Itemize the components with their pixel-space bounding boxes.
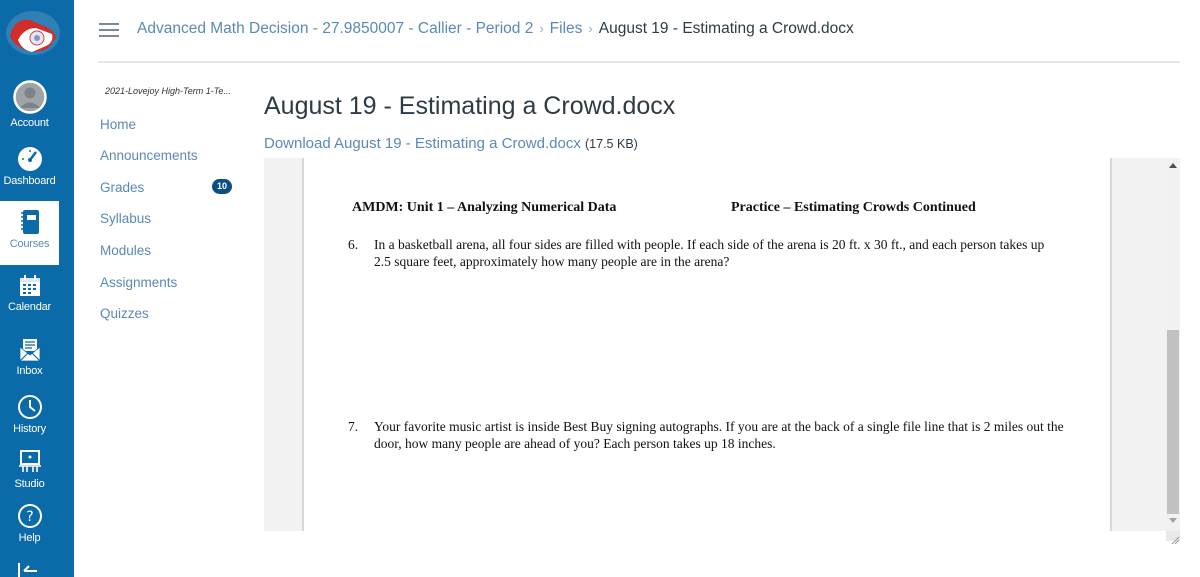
global-nav-inbox[interactable]: Inbox <box>0 338 59 377</box>
question-number: 6. <box>348 237 359 252</box>
hamburger-icon-bar <box>99 29 119 31</box>
header-divider <box>98 61 1180 63</box>
global-nav-calendar[interactable]: Calendar <box>0 274 59 313</box>
studio-icon <box>18 450 41 472</box>
global-nav-label: Help <box>18 532 41 544</box>
question-text: Your favorite music artist is inside Bes… <box>374 419 1064 451</box>
viewer-margin-divider <box>1110 158 1112 531</box>
account-avatar-icon <box>12 80 47 114</box>
resize-grip-lines <box>1171 536 1180 545</box>
scroll-down-arrow-icon[interactable] <box>1169 518 1177 523</box>
file-size: (17.5 KB) <box>585 137 638 151</box>
course-menu-toggle[interactable] <box>99 23 119 39</box>
course-term: 2021-Lovejoy High-Term 1-Te... <box>105 86 231 96</box>
resize-grip-icon[interactable] <box>1166 531 1180 545</box>
global-nav-history[interactable]: History <box>0 394 59 435</box>
dashboard-icon <box>17 147 42 171</box>
breadcrumb-separator-icon: › <box>588 21 593 36</box>
page-title: August 19 - Estimating a Crowd.docx <box>264 92 676 120</box>
course-nav-grades[interactable]: Grades <box>100 180 144 195</box>
course-nav-quizzes[interactable]: Quizzes <box>100 306 149 321</box>
global-nav-label: Account <box>10 117 49 129</box>
scroll-thumb[interactable] <box>1167 330 1179 514</box>
collapse-nav-icon[interactable] <box>17 563 41 577</box>
inbox-icon <box>19 339 40 362</box>
global-nav-label: History <box>13 423 46 435</box>
document-viewer[interactable]: AMDM: Unit 1 – Analyzing Numerical Data … <box>264 158 1180 531</box>
course-nav-syllabus[interactable]: Syllabus <box>100 211 151 226</box>
help-icon: ? <box>17 504 42 528</box>
global-nav-account[interactable]: Account <box>0 80 59 129</box>
question-number: 7. <box>348 419 359 434</box>
breadcrumb-separator-icon: › <box>539 21 544 36</box>
document-page: AMDM: Unit 1 – Analyzing Numerical Data … <box>304 158 1110 531</box>
document-header-practice: Practice – Estimating Crowds Continued <box>731 200 976 215</box>
scroll-up-arrow-icon[interactable] <box>1169 163 1177 168</box>
course-nav-announcements[interactable]: Announcements <box>100 148 198 163</box>
global-nav-label: Inbox <box>16 365 43 377</box>
global-nav-help[interactable]: ? Help <box>0 503 59 544</box>
question-item: 6. In a basketball arena, all four sides… <box>348 236 1064 270</box>
breadcrumb: Advanced Math Decision - 27.9850007 - Ca… <box>137 20 854 38</box>
download-link[interactable]: Download August 19 - Estimating a Crowd.… <box>264 135 581 152</box>
question-item: 7. Your favorite music artist is inside … <box>348 418 1064 452</box>
global-nav-courses[interactable]: Courses <box>0 201 59 265</box>
school-logo-handshake-icon[interactable] <box>4 6 62 60</box>
course-nav-assignments[interactable]: Assignments <box>100 275 177 290</box>
hamburger-icon-bar <box>99 23 119 25</box>
document-header-unit: AMDM: Unit 1 – Analyzing Numerical Data <box>352 200 617 215</box>
history-icon <box>17 395 42 419</box>
course-nav-modules[interactable]: Modules <box>100 243 151 258</box>
global-nav-studio[interactable]: Studio <box>0 449 59 490</box>
global-nav: Account Dashboard Courses Calendar Inbox… <box>0 0 74 577</box>
question-text: In a basketball arena, all four sides ar… <box>374 237 1045 269</box>
svg-text:?: ? <box>26 509 33 525</box>
global-nav-dashboard[interactable]: Dashboard <box>0 146 59 187</box>
global-nav-label: Dashboard <box>3 175 56 187</box>
hamburger-icon-bar <box>99 35 119 37</box>
breadcrumb-files[interactable]: Files <box>550 20 583 37</box>
breadcrumb-course[interactable]: Advanced Math Decision - 27.9850007 - Ca… <box>137 20 533 37</box>
download-row: Download August 19 - Estimating a Crowd.… <box>264 135 638 152</box>
grades-count-badge: 10 <box>212 179 232 194</box>
calendar-icon <box>19 275 40 296</box>
courses-icon <box>20 210 39 234</box>
course-nav-home[interactable]: Home <box>100 117 136 132</box>
breadcrumb-current: August 19 - Estimating a Crowd.docx <box>598 20 854 37</box>
global-nav-label: Calendar <box>7 301 52 313</box>
document-scrollbar[interactable] <box>1166 158 1180 531</box>
global-nav-label: Studio <box>14 478 45 490</box>
global-nav-label: Courses <box>9 238 50 250</box>
